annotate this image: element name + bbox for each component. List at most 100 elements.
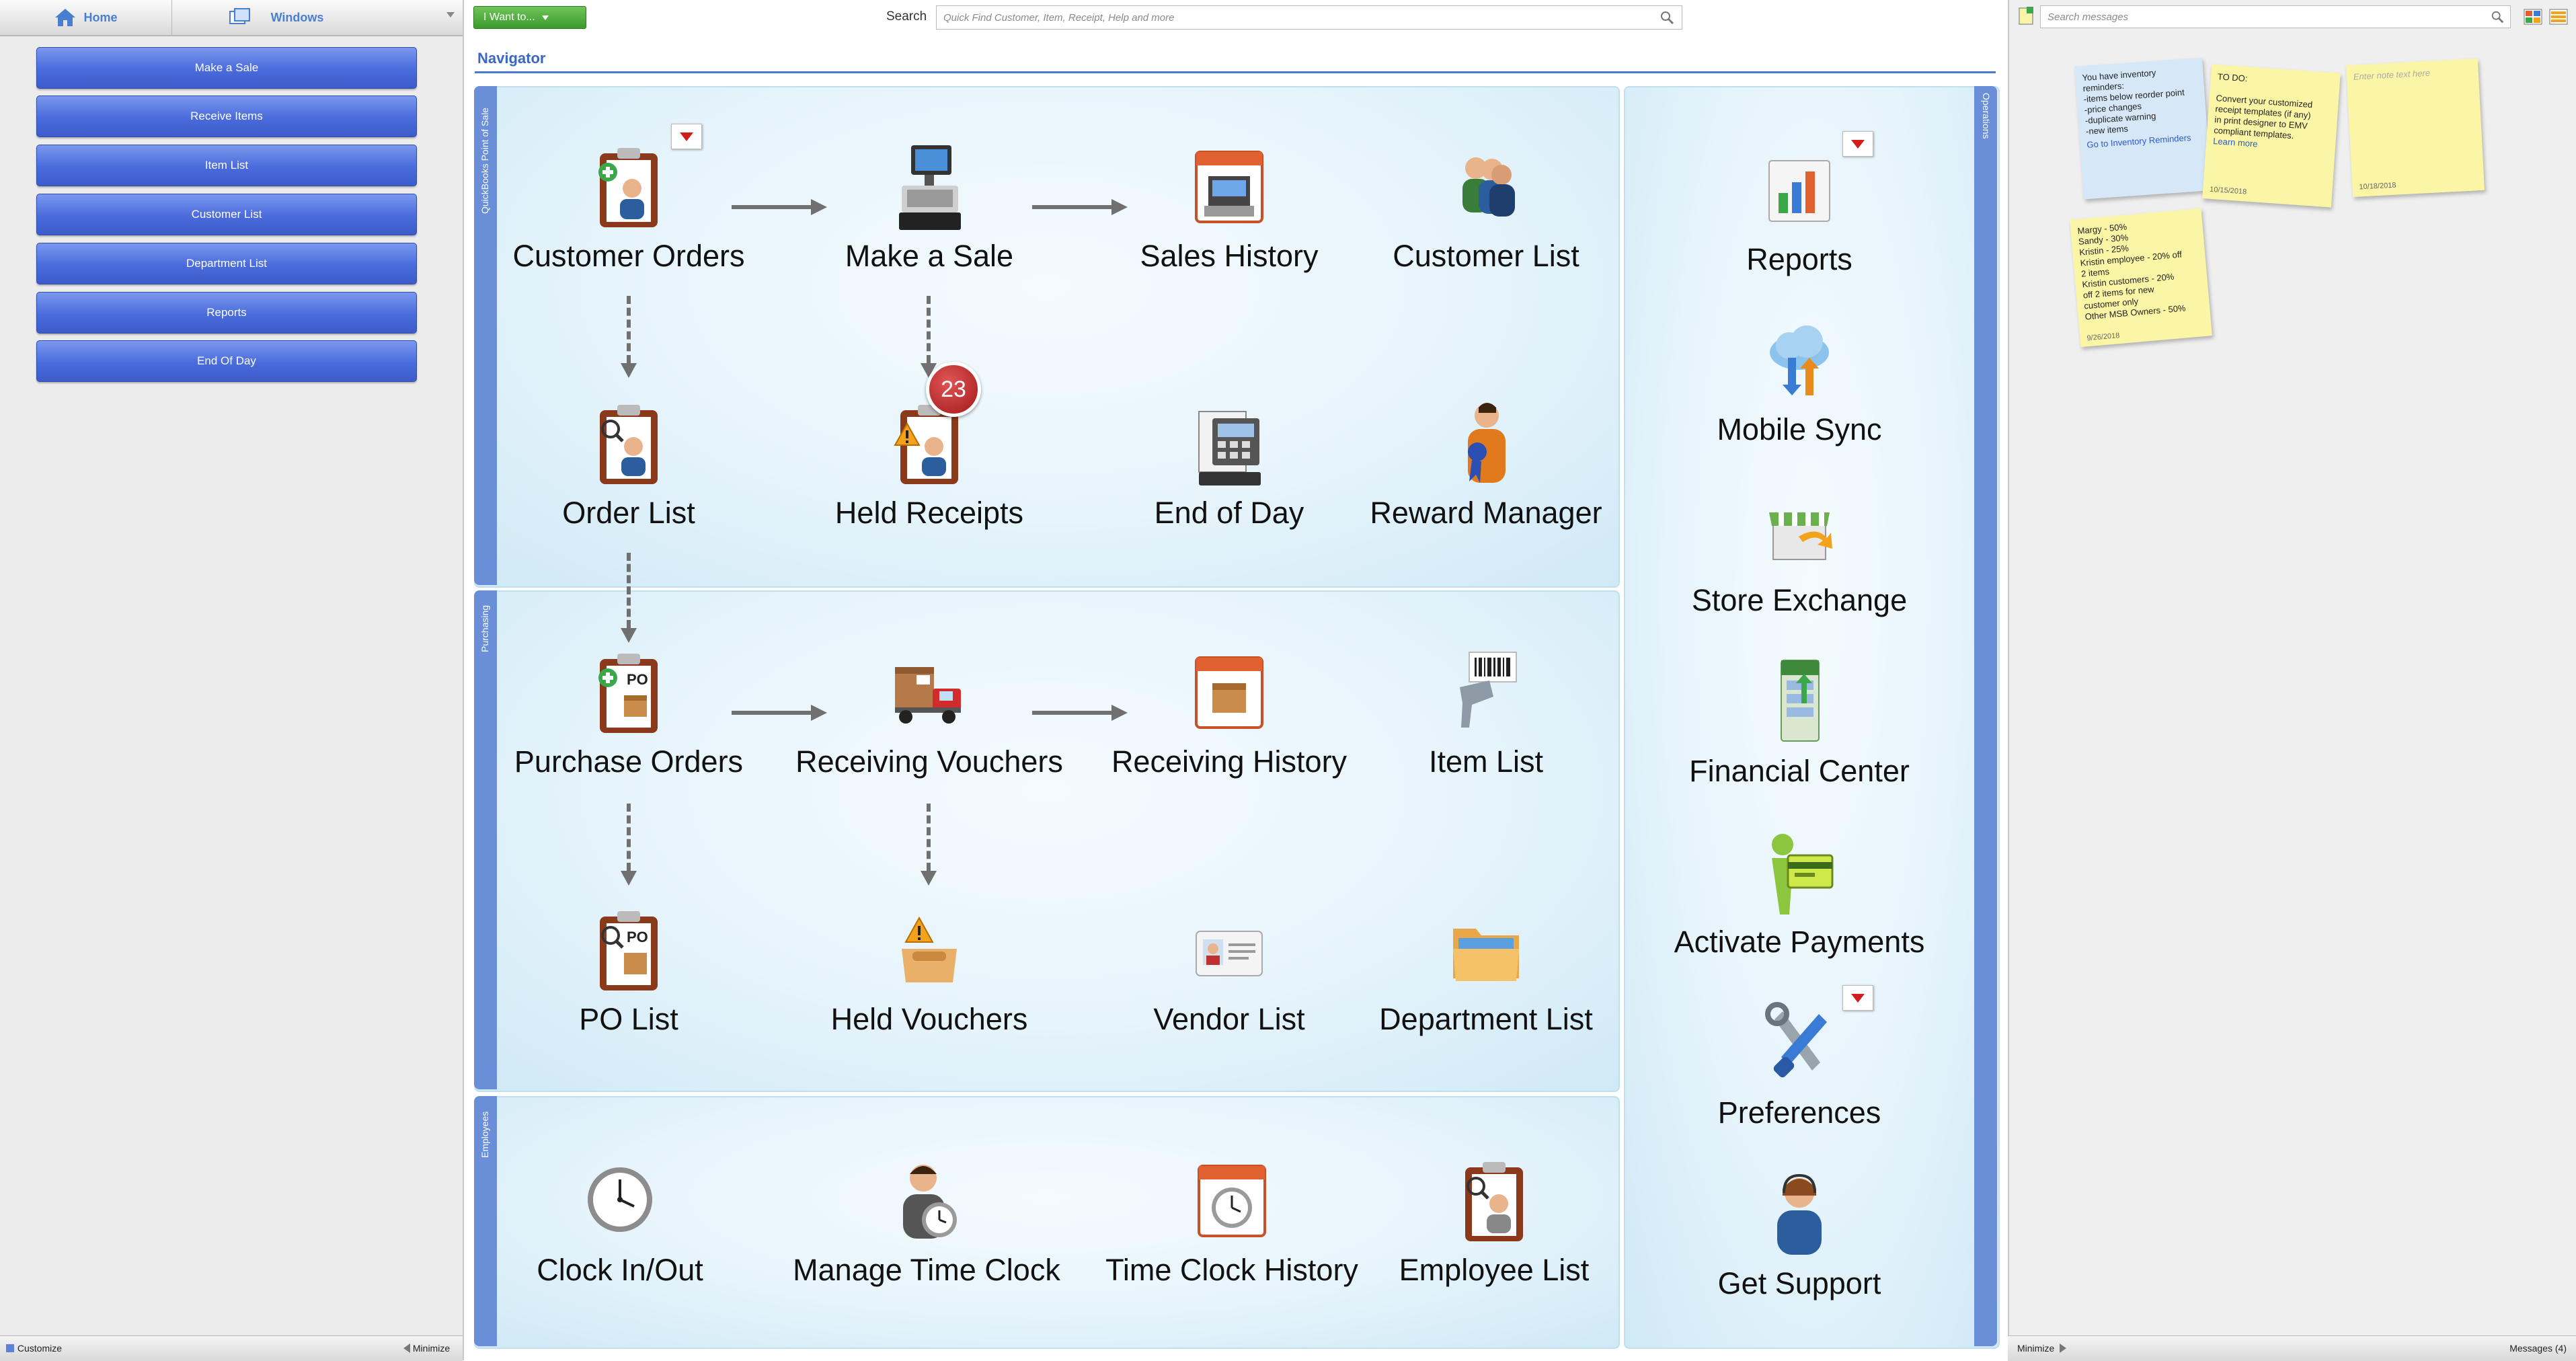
nav-employee-list-label: Employee List	[1399, 1253, 1590, 1287]
nav-preferences[interactable]: Preferences	[1665, 998, 1934, 1130]
preferences-dropdown[interactable]	[1842, 985, 1873, 1011]
search-input[interactable]: Quick Find Customer, Item, Receipt, Help…	[936, 5, 1682, 30]
manage-time-clock-icon	[903, 1165, 957, 1239]
messages-count[interactable]: Messages (4)	[2509, 1343, 2567, 1354]
home-icon	[55, 9, 76, 26]
vendor-card-icon	[1196, 931, 1263, 976]
nav-customer-list-label: Customer List	[1393, 239, 1579, 273]
search-icon[interactable]	[2490, 9, 2505, 24]
barcode-scanner-icon	[1460, 652, 1517, 728]
operations-section-label: Operations	[1981, 93, 1992, 139]
chevron-down-icon[interactable]	[446, 12, 455, 17]
nav-item-list[interactable]: Item List	[1352, 647, 1621, 779]
empty-note[interactable]: Enter note text here 10/18/2018	[2346, 59, 2485, 197]
financial-center-icon	[1781, 660, 1820, 742]
employee-list-icon	[1465, 1162, 1523, 1241]
nav-store-exchange-label: Store Exchange	[1691, 583, 1908, 617]
nav-vendor-list[interactable]: Vendor List	[1095, 904, 1364, 1037]
nav-department-list-label: Department List	[1379, 1002, 1593, 1036]
messages-minimize-label: Minimize	[2017, 1343, 2055, 1354]
list-view-icon[interactable]	[2548, 7, 2569, 27]
nav-receiving-history[interactable]: Receiving History	[1095, 647, 1364, 779]
nav-clock-in-out[interactable]: Clock In/Out	[485, 1155, 754, 1288]
nav-preferences-label: Preferences	[1717, 1095, 1881, 1130]
search-label: Search	[886, 9, 927, 24]
nav-po-list[interactable]: PO PO List	[494, 904, 763, 1037]
nav-customer-orders[interactable]: Customer Orders	[494, 141, 763, 274]
shortcut-reports[interactable]: Reports	[36, 292, 417, 334]
flow-arrow	[621, 804, 637, 886]
purchase-orders-icon: PO	[598, 654, 658, 733]
nav-reports[interactable]: Reports	[1665, 145, 1934, 277]
tab-windows[interactable]: Windows	[172, 0, 463, 35]
nav-time-clock-history-label: Time Clock History	[1105, 1253, 1358, 1287]
nav-time-clock-history[interactable]: Time Clock History	[1097, 1155, 1366, 1288]
tab-windows-label: Windows	[270, 10, 324, 24]
nav-held-receipts-label: Held Receipts	[834, 496, 1024, 530]
reward-manager-icon	[1468, 403, 1506, 483]
purchasing-section-bar: Purchasing	[474, 590, 497, 1089]
nav-employee-list[interactable]: Employee List	[1360, 1155, 1629, 1288]
nav-order-list[interactable]: Order List	[494, 398, 763, 531]
note-date: 10/18/2018	[2359, 181, 2396, 192]
shortcut-end-of-day[interactable]: End Of Day	[36, 340, 417, 382]
nav-vendor-list-label: Vendor List	[1153, 1002, 1305, 1036]
nav-reward-manager[interactable]: Reward Manager	[1352, 398, 1621, 531]
nav-customer-list[interactable]: Customer List	[1352, 141, 1621, 274]
svg-text:PO: PO	[627, 671, 648, 688]
nav-receiving-history-label: Receiving History	[1111, 744, 1348, 779]
search-placeholder: Quick Find Customer, Item, Receipt, Help…	[943, 11, 1175, 24]
customize-label: Customize	[17, 1343, 63, 1354]
note-placeholder: Enter note text here	[2353, 67, 2431, 82]
shortcut-customer-list[interactable]: Customer List	[36, 194, 417, 235]
held-vouchers-icon	[902, 916, 957, 982]
nav-receiving-vouchers-label: Receiving Vouchers	[795, 744, 1063, 779]
nav-end-of-day[interactable]: End of Day	[1095, 398, 1364, 531]
reports-dropdown[interactable]	[1842, 131, 1873, 157]
sales-history-icon	[1195, 151, 1263, 223]
search-icon[interactable]	[1659, 9, 1675, 26]
nav-make-a-sale[interactable]: Make a Sale	[795, 141, 1064, 274]
nav-department-list[interactable]: Department List	[1352, 904, 1621, 1037]
operations-section-bar: Operations	[1974, 86, 1997, 1346]
tab-home[interactable]: Home	[0, 0, 172, 35]
customize-button[interactable]: Customize	[5, 1343, 62, 1354]
nav-po-list-label: PO List	[579, 1002, 678, 1036]
nav-activate-payments[interactable]: Activate Payments	[1665, 827, 1934, 960]
nav-sales-history-label: Sales History	[1140, 239, 1319, 273]
i-want-to-button[interactable]: I Want to...	[473, 6, 586, 29]
inventory-reminder-note[interactable]: You have inventory reminders: -items bel…	[2074, 57, 2212, 200]
nav-financial-center[interactable]: Financial Center	[1665, 656, 1934, 789]
shortcut-department-list[interactable]: Department List	[36, 243, 417, 284]
held-receipts-count-badge: 23	[926, 362, 981, 417]
nav-purchase-orders[interactable]: PO Purchase Orders	[494, 647, 763, 779]
arrow-left-icon	[403, 1344, 410, 1353]
nav-mobile-sync[interactable]: Mobile Sync	[1665, 315, 1934, 447]
messages-search-input[interactable]: Search messages	[2040, 5, 2511, 28]
payments-icon	[1772, 834, 1834, 915]
discounts-note[interactable]: Margy - 50% Sandy - 30% Kristin - 25% Kr…	[2070, 208, 2212, 348]
nav-get-support[interactable]: Get Support	[1665, 1169, 1934, 1301]
end-of-day-icon	[1198, 411, 1261, 485]
customer-orders-dropdown[interactable]	[671, 124, 702, 149]
shortcut-receive-items[interactable]: Receive Items	[36, 95, 417, 137]
windows-icon	[229, 8, 250, 24]
nav-receiving-vouchers[interactable]: Receiving Vouchers	[795, 647, 1064, 779]
nav-held-vouchers[interactable]: Held Vouchers	[795, 904, 1064, 1037]
nav-held-receipts[interactable]: Held Receipts	[795, 398, 1064, 531]
shortcut-item-list[interactable]: Item List	[36, 145, 417, 186]
arrow-right-icon	[2060, 1344, 2067, 1353]
cloud-sync-icon	[1770, 325, 1829, 395]
nav-sales-history[interactable]: Sales History	[1095, 141, 1364, 274]
messages-minimize-button[interactable]: Minimize	[2017, 1343, 2067, 1354]
grid-view-icon[interactable]	[2523, 7, 2543, 27]
nav-manage-time-clock[interactable]: Manage Time Clock	[792, 1155, 1061, 1288]
folder-icon	[1453, 929, 1519, 981]
shortcut-make-a-sale[interactable]: Make a Sale	[36, 47, 417, 89]
nav-store-exchange[interactable]: Store Exchange	[1665, 485, 1934, 618]
store-exchange-icon	[1769, 512, 1832, 560]
left-minimize-button[interactable]: Minimize	[403, 1343, 450, 1354]
todo-note[interactable]: TO DO: Convert your customized receipt t…	[2202, 64, 2341, 208]
svg-text:PO: PO	[627, 929, 648, 945]
new-note-icon[interactable]	[2017, 5, 2036, 26]
